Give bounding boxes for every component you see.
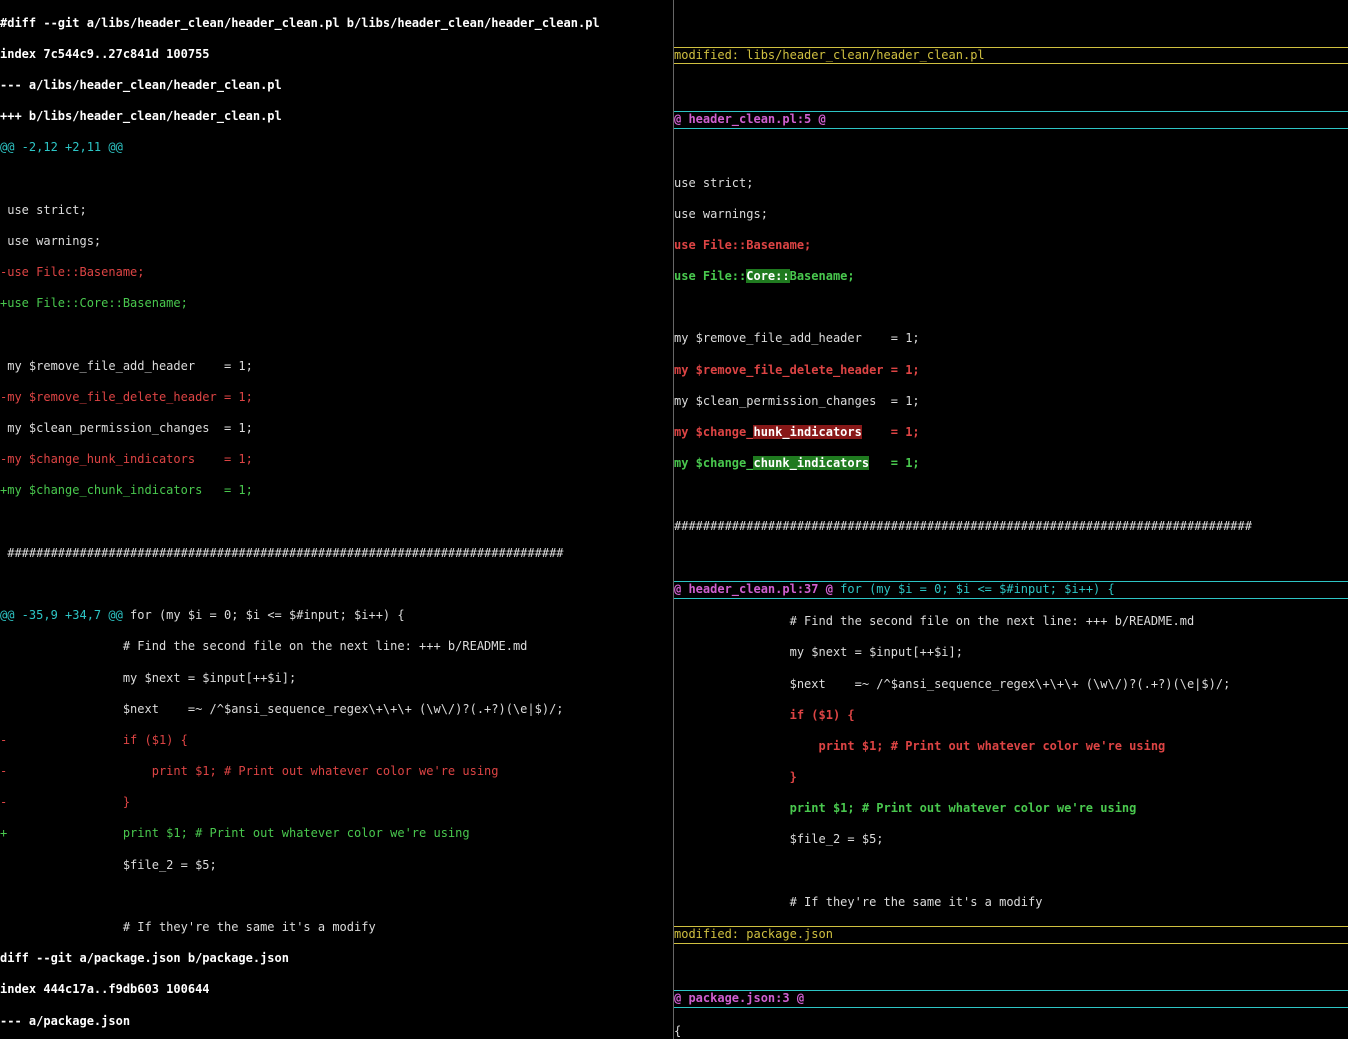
added-line: use File::Core::Basename; xyxy=(674,269,1348,285)
blank-line xyxy=(674,487,1348,503)
deleted-line: -use File::Basename; xyxy=(0,265,673,281)
added-line: +use File::Core::Basename; xyxy=(0,296,673,312)
ctx-line: my $remove_file_add_header = 1; xyxy=(674,331,1348,347)
ctx-line: use strict; xyxy=(674,176,1348,192)
deleted-line: my $remove_file_delete_header = 1; xyxy=(674,363,1348,379)
added-line: my $change_chunk_indicators = 1; xyxy=(674,456,1348,472)
ctx-line: # If they're the same it's a modify xyxy=(0,920,673,936)
deleted-line: my $change_hunk_indicators = 1; xyxy=(674,425,1348,441)
file-header-modified: modified: libs/header_clean/header_clean… xyxy=(674,47,1348,65)
ctx-line xyxy=(0,577,673,593)
right-diff-pane: modified: libs/header_clean/header_clean… xyxy=(674,0,1348,1039)
ctx-line xyxy=(0,327,673,343)
blank-line xyxy=(674,864,1348,880)
deleted-line: -my $change_hunk_indicators = 1; xyxy=(0,452,673,468)
ctx-line: { xyxy=(674,1024,1348,1039)
ctx-line xyxy=(0,515,673,531)
added-line: print $1; # Print out whatever color we'… xyxy=(674,801,1348,817)
blank-line xyxy=(674,959,1348,975)
deleted-line: - print $1; # Print out whatever color w… xyxy=(0,764,673,780)
hunk-header: @ package.json:3 @ xyxy=(674,990,1348,1008)
old-file-line: --- a/libs/header_clean/header_clean.pl xyxy=(0,78,673,94)
hunk-header: @ header_clean.pl:5 @ xyxy=(674,111,1348,129)
blank-line xyxy=(674,16,1348,32)
blank-line xyxy=(674,300,1348,316)
old-file-line: --- a/package.json xyxy=(0,1014,673,1030)
deleted-line: - } xyxy=(0,795,673,811)
ctx-line: ########################################… xyxy=(0,546,673,562)
ctx-line: my $next = $input[++$i]; xyxy=(674,645,1348,661)
deleted-line: - if ($1) { xyxy=(0,733,673,749)
ctx-line: my $clean_permission_changes = 1; xyxy=(674,394,1348,410)
ctx-line: $file_2 = $5; xyxy=(674,832,1348,848)
added-line: + print $1; # Print out whatever color w… xyxy=(0,826,673,842)
hunk-line: @@ -35,9 +34,7 @@ for (my $i = 0; $i <= … xyxy=(0,608,673,624)
blank-line xyxy=(674,550,1348,566)
blank-line xyxy=(674,144,1348,160)
ctx-line: my $clean_permission_changes = 1; xyxy=(0,421,673,437)
left-diff-pane: #diff --git a/libs/header_clean/header_c… xyxy=(0,0,674,1039)
added-line: +my $change_chunk_indicators = 1; xyxy=(0,483,673,499)
diff-file-header: #diff --git a/libs/header_clean/header_c… xyxy=(0,16,673,32)
ctx-line: # Find the second file on the next line:… xyxy=(0,639,673,655)
ctx-line: $next =~ /^$ansi_sequence_regex\+\+\+ (\… xyxy=(0,702,673,718)
ctx-line xyxy=(0,889,673,905)
deleted-line: if ($1) { xyxy=(674,708,1348,724)
file-header-modified: modified: package.json xyxy=(674,926,1348,944)
new-file-line: +++ b/libs/header_clean/header_clean.pl xyxy=(0,109,673,125)
diff-file-header: diff --git a/package.json b/package.json xyxy=(0,951,673,967)
deleted-line: print $1; # Print out whatever color we'… xyxy=(674,739,1348,755)
ctx-line: use strict; xyxy=(0,203,673,219)
ctx-line: my $next = $input[++$i]; xyxy=(0,671,673,687)
hunk-header: @ header_clean.pl:37 @ for (my $i = 0; $… xyxy=(674,581,1348,599)
ctx-line: # If they're the same it's a modify xyxy=(674,895,1348,911)
deleted-line: } xyxy=(674,770,1348,786)
hunk-header: @@ -2,12 +2,11 @@ xyxy=(0,140,673,156)
deleted-line: use File::Basename; xyxy=(674,238,1348,254)
ctx-line: $file_2 = $5; xyxy=(0,858,673,874)
ctx-line: use warnings; xyxy=(0,234,673,250)
ctx-line xyxy=(0,172,673,188)
blank-line xyxy=(674,80,1348,96)
ctx-line: my $remove_file_add_header = 1; xyxy=(0,359,673,375)
index-line: index 444c17a..f9db603 100644 xyxy=(0,982,673,998)
ctx-line: # Find the second file on the next line:… xyxy=(674,614,1348,630)
ctx-line: use warnings; xyxy=(674,207,1348,223)
ctx-line: $next =~ /^$ansi_sequence_regex\+\+\+ (\… xyxy=(674,677,1348,693)
index-line: index 7c544c9..27c841d 100755 xyxy=(0,47,673,63)
deleted-line: -my $remove_file_delete_header = 1; xyxy=(0,390,673,406)
ctx-line: ########################################… xyxy=(674,519,1348,535)
